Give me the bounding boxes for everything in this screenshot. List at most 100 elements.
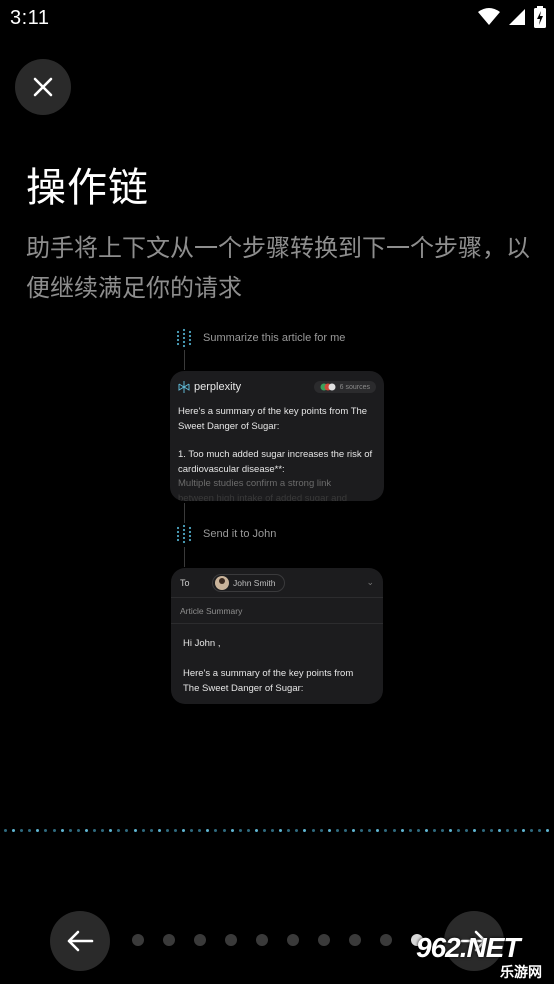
dot (368, 829, 372, 832)
dot (263, 829, 266, 832)
perplexity-answer: Here's a summary of the key points from … (178, 406, 373, 501)
connector-line (184, 547, 185, 567)
dot (84, 829, 88, 832)
dot (68, 829, 72, 832)
email-card: To John Smith ⌄ Article Summary Hi John … (171, 568, 383, 704)
dot (465, 829, 469, 832)
sources-badge: 6 sources (313, 381, 376, 393)
dot (400, 829, 404, 832)
dot (214, 829, 218, 832)
dot (182, 829, 186, 832)
dot (295, 829, 299, 832)
cellular-signal-icon (509, 9, 525, 25)
dot (489, 829, 493, 832)
close-icon (33, 77, 53, 97)
page-dot[interactable] (256, 934, 268, 946)
status-time: 3:11 (10, 7, 50, 29)
dot (109, 829, 113, 832)
perplexity-logo-icon (178, 381, 190, 393)
dot (538, 829, 542, 832)
dot (287, 829, 291, 832)
dot (343, 829, 347, 832)
step-text: Send it to John (203, 528, 277, 540)
dot (4, 829, 7, 832)
dot (505, 829, 509, 832)
dot (327, 829, 331, 832)
dot (165, 829, 169, 832)
dot (60, 829, 64, 832)
dot (481, 829, 485, 832)
dot (319, 829, 323, 832)
dot (141, 829, 145, 832)
watermark-sub: 乐游网 (500, 964, 542, 980)
page-dot[interactable] (287, 934, 299, 946)
step-send: Send it to John (175, 524, 276, 544)
dot (497, 829, 501, 832)
dot (36, 829, 40, 832)
dot (513, 829, 517, 832)
dot (271, 829, 275, 832)
dot (303, 829, 307, 832)
dot (546, 829, 550, 832)
dot (93, 829, 97, 832)
dot (384, 829, 388, 832)
page-dot[interactable] (318, 934, 330, 946)
page-dot[interactable] (163, 934, 175, 946)
dot (416, 829, 420, 832)
dot (408, 829, 412, 832)
dot (222, 829, 226, 832)
dot (44, 829, 48, 832)
dot (149, 829, 153, 832)
dot (360, 829, 364, 832)
step-summarize: Summarize this article for me (175, 328, 345, 348)
dot (392, 829, 396, 832)
dot (279, 829, 283, 832)
voice-dots-icon (176, 328, 192, 348)
page-dot[interactable] (380, 934, 392, 946)
page-description: 助手将上下文从一个步骤转换到下一个步骤，以便继续满足你的请求 (26, 234, 530, 302)
dot (311, 829, 315, 832)
connector-line (184, 350, 185, 370)
page-dot[interactable] (194, 934, 206, 946)
page-indicator (132, 934, 423, 946)
dot (424, 829, 428, 832)
close-button[interactable] (15, 59, 71, 115)
dot (376, 829, 380, 832)
perplexity-brand: perplexity (194, 381, 242, 393)
dot (457, 829, 461, 832)
dot (230, 829, 234, 832)
action-chain-illustration: Summarize this article for me perplexity… (0, 320, 554, 720)
dot (522, 829, 525, 832)
dot (246, 829, 250, 832)
email-body: Hi John , Here's a summary of the key po… (183, 638, 354, 694)
watermark-logo: 962.NET 乐游网 (410, 930, 550, 982)
dot (101, 829, 105, 832)
back-button[interactable] (50, 911, 110, 971)
dot (335, 829, 339, 832)
dot (12, 829, 16, 832)
recipient-chip: John Smith (212, 573, 285, 592)
email-subject: Article Summary (171, 598, 383, 624)
avatar (215, 575, 229, 590)
dot (133, 829, 137, 832)
dot (117, 829, 121, 832)
perplexity-card: perplexity 6 sources Here's a summary of… (170, 371, 384, 501)
watermark-main: 962.NET (416, 932, 520, 963)
wifi-icon (478, 8, 500, 25)
dot (20, 829, 24, 832)
page-dot[interactable] (132, 934, 144, 946)
voice-dots-icon (176, 524, 192, 544)
dot (28, 829, 32, 832)
dot (238, 829, 242, 832)
dot (449, 829, 453, 832)
dot (173, 829, 177, 832)
arrow-left-icon (67, 930, 94, 952)
page-dot[interactable] (225, 934, 237, 946)
chevron-down-icon: ⌄ (366, 577, 374, 587)
page-dot[interactable] (349, 934, 361, 946)
dot (441, 829, 445, 832)
dot (352, 829, 356, 832)
dot (76, 829, 80, 832)
to-label: To (180, 577, 190, 588)
dot (473, 829, 477, 832)
